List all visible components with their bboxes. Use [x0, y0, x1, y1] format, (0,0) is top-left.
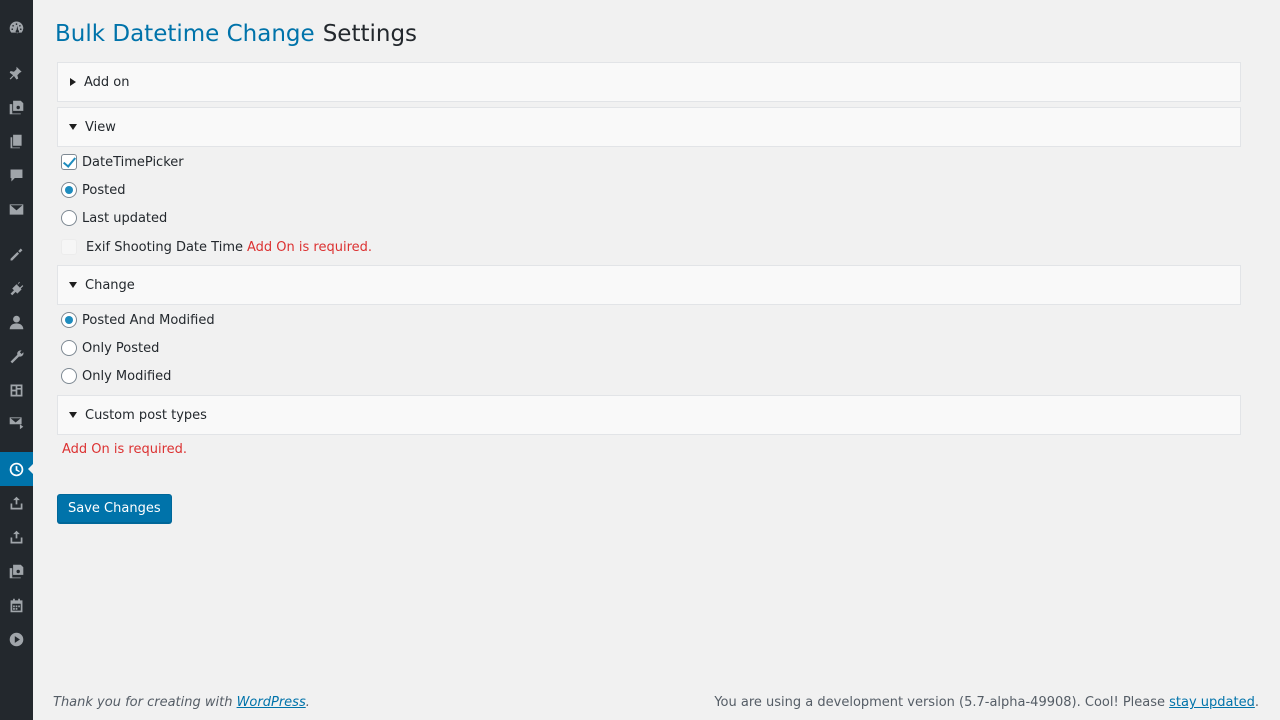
upload-icon[interactable]	[0, 486, 33, 520]
settings-label: Settings	[322, 21, 418, 47]
mail-settings-icon[interactable]	[0, 405, 33, 439]
change-only-modified-option[interactable]: Only Modified	[61, 366, 171, 386]
section-change[interactable]: Change	[57, 265, 1241, 305]
change-option-label: Only Modified	[82, 368, 172, 384]
footer-period: .	[1254, 695, 1259, 710]
section-custom-post-types[interactable]: Custom post types	[57, 395, 1241, 435]
view-last-updated-radio[interactable]	[61, 210, 77, 226]
view-last-updated-label: Last updated	[82, 210, 168, 226]
dashboard-icon[interactable]	[0, 10, 33, 44]
view-posted-radio[interactable]	[61, 182, 77, 198]
datetimepicker-option[interactable]: DateTimePicker	[61, 152, 184, 172]
exif-option: Exif Shooting Date Time Add On is requir…	[61, 237, 372, 257]
change-only-modified-radio[interactable]	[61, 368, 77, 384]
triangle-down-icon	[69, 282, 77, 288]
pin-icon[interactable]	[0, 56, 33, 90]
appearance-icon[interactable]	[0, 237, 33, 271]
datetimepicker-checkbox[interactable]	[61, 154, 77, 170]
triangle-down-icon	[69, 124, 77, 130]
save-changes-button[interactable]: Save Changes	[57, 494, 172, 523]
triangle-right-icon	[70, 78, 76, 86]
settings-icon[interactable]	[0, 373, 33, 407]
triangle-down-icon	[69, 412, 77, 418]
footer-thanks-text: Thank you for creating with	[53, 695, 237, 710]
tools-icon[interactable]	[0, 339, 33, 373]
datetimepicker-label: DateTimePicker	[82, 154, 184, 170]
exif-required-notice: Add On is required.	[246, 239, 373, 255]
footer-version: You are using a development version (5.7…	[714, 695, 1259, 710]
media-icon[interactable]	[0, 90, 33, 124]
exif-label: Exif Shooting Date Time	[86, 239, 243, 255]
plugins-icon[interactable]	[0, 271, 33, 305]
section-change-label: Change	[85, 277, 135, 293]
pages-icon[interactable]	[0, 124, 33, 158]
change-posted-modified-option[interactable]: Posted And Modified	[61, 310, 215, 330]
upload-icon-2[interactable]	[0, 520, 33, 554]
page-title: Bulk Datetime Change Settings	[55, 19, 417, 49]
change-option-label: Posted And Modified	[82, 312, 215, 328]
mail-icon[interactable]	[0, 192, 33, 226]
plugin-name: Bulk Datetime Change	[55, 21, 315, 47]
custom-required-notice: Add On is required.	[62, 442, 188, 457]
wordpress-link[interactable]: WordPress	[237, 695, 306, 710]
section-custom-label: Custom post types	[85, 407, 207, 423]
view-posted-option[interactable]: Posted	[61, 180, 125, 200]
exif-checkbox	[61, 239, 77, 255]
stay-updated-link[interactable]: stay updated	[1169, 695, 1255, 710]
section-addon[interactable]: Add on	[57, 62, 1241, 102]
section-view[interactable]: View	[57, 107, 1241, 147]
calendar-icon[interactable]	[0, 588, 33, 622]
clock-icon[interactable]	[0, 452, 34, 486]
section-view-label: View	[85, 119, 116, 135]
change-posted-modified-radio[interactable]	[61, 312, 77, 328]
change-option-label: Only Posted	[82, 340, 160, 356]
media-icon-2[interactable]	[0, 554, 33, 588]
footer-version-text: You are using a development version (5.7…	[714, 695, 1170, 710]
admin-sidebar	[0, 0, 34, 720]
play-icon[interactable]	[0, 622, 33, 656]
view-last-updated-option[interactable]: Last updated	[61, 208, 167, 228]
change-only-posted-option[interactable]: Only Posted	[61, 338, 159, 358]
view-posted-label: Posted	[82, 182, 126, 198]
change-only-posted-radio[interactable]	[61, 340, 77, 356]
users-icon[interactable]	[0, 305, 33, 339]
footer-period: .	[305, 695, 310, 710]
footer-thanks: Thank you for creating with WordPress.	[53, 695, 310, 710]
section-addon-label: Add on	[84, 74, 130, 90]
comments-icon[interactable]	[0, 158, 33, 192]
